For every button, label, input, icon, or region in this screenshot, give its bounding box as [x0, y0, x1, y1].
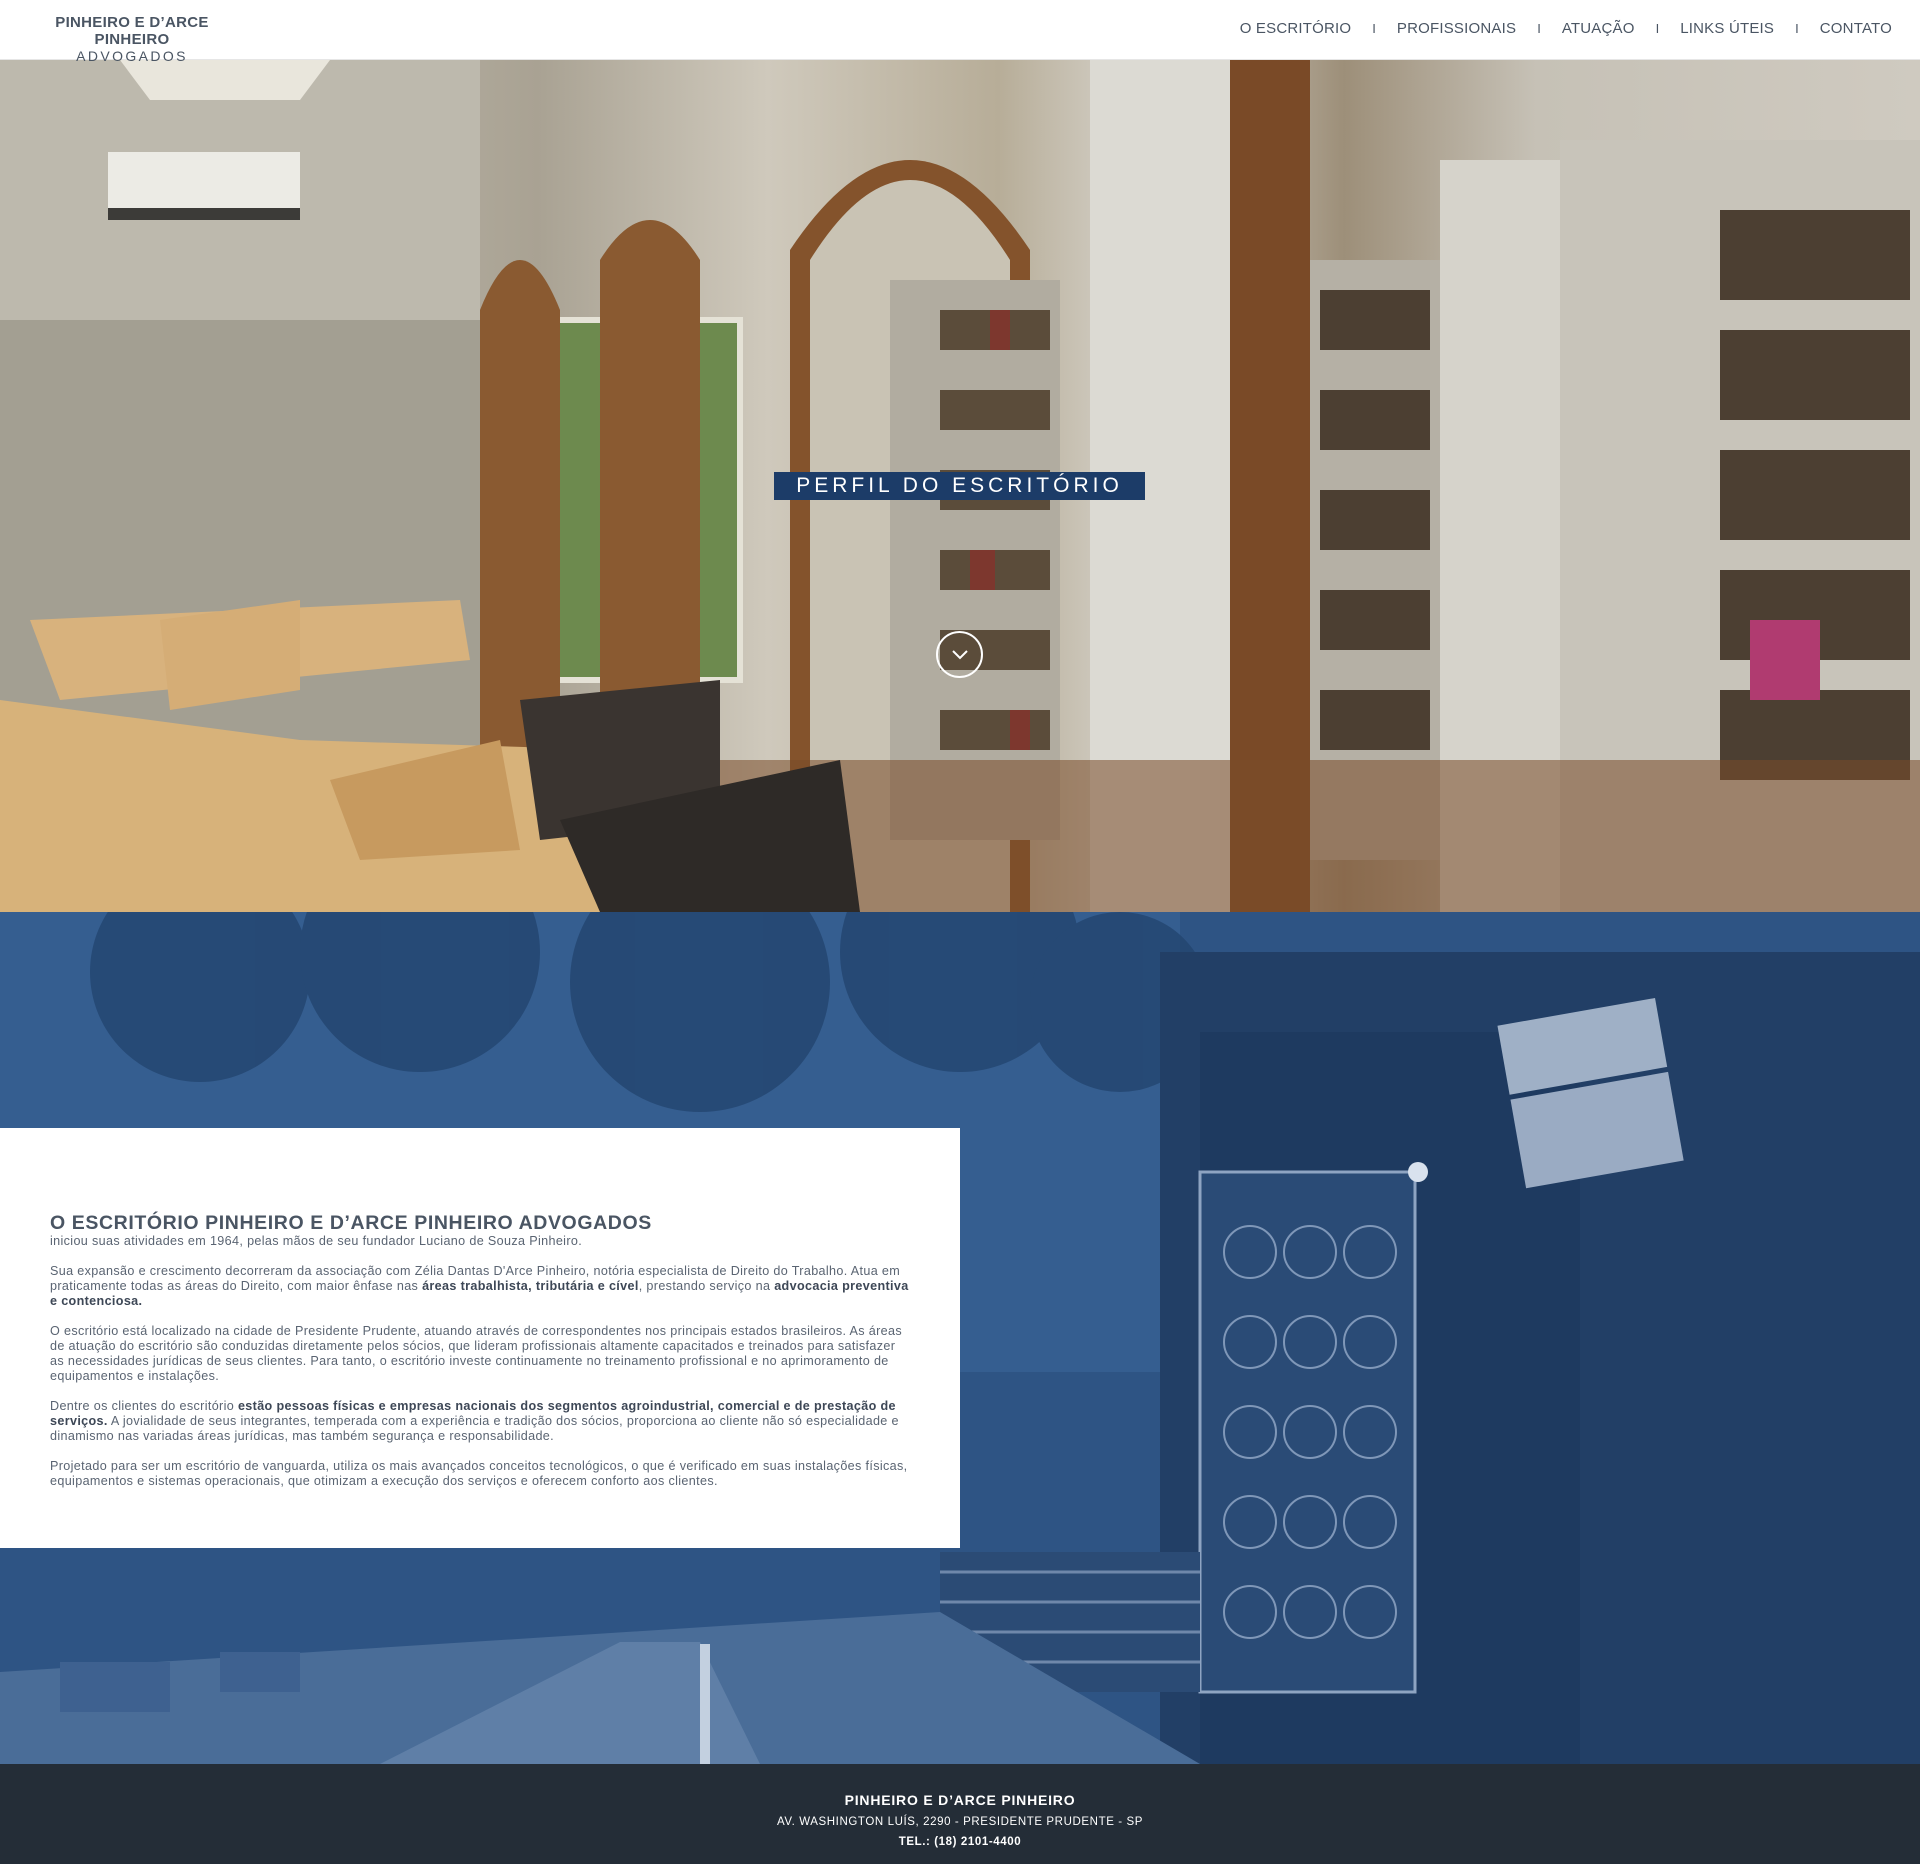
nav-item-contato[interactable]: CONTATO: [1820, 20, 1892, 37]
logo-name: PINHEIRO E D’ARCE PINHEIRO: [55, 14, 209, 48]
chevron-down-circle-icon[interactable]: [936, 631, 983, 678]
about-card: O ESCRITÓRIO PINHEIRO E D’ARCE PINHEIRO …: [0, 1128, 960, 1548]
nav-separator: I: [1655, 21, 1660, 36]
nav-item-atuacao[interactable]: ATUAÇÃO: [1562, 20, 1635, 37]
logo-subtitle: ADVOGADOS: [76, 48, 188, 64]
nav-separator: I: [1537, 21, 1541, 36]
footer-company-name: PINHEIRO E D’ARCE PINHEIRO: [844, 1792, 1076, 1808]
nav-item-o-escritorio[interactable]: O ESCRITÓRIO: [1240, 20, 1352, 37]
about-section: O ESCRITÓRIO PINHEIRO E D’ARCE PINHEIRO …: [0, 912, 1920, 1764]
site-logo[interactable]: PINHEIRO E D’ARCE PINHEIRO ADVOGADOS: [24, 14, 240, 65]
footer-phone: TEL.: (18) 2101-4400: [898, 1836, 1022, 1848]
hero-section: PERFIL DO ESCRITÓRIO: [0, 60, 1920, 912]
chevron-down-icon: [951, 649, 968, 659]
about-paragraph-3: O escritório está localizado na cidade d…: [50, 1324, 902, 1383]
nav-separator: I: [1372, 21, 1376, 36]
nav-separator: I: [1795, 21, 1799, 36]
about-paragraph-1: iniciou suas atividades em 1964, pelas m…: [50, 1234, 583, 1248]
nav-item-links-uteis[interactable]: LINKS ÚTEIS: [1680, 20, 1774, 37]
footer-address: AV. WASHINGTON LUÍS, 2290 - PRESIDENTE P…: [776, 1816, 1144, 1828]
about-heading: O ESCRITÓRIO PINHEIRO E D’ARCE PINHEIRO …: [50, 1212, 652, 1234]
site-footer: PINHEIRO E D’ARCE PINHEIRO AV. WASHINGTO…: [0, 1764, 1920, 1864]
about-text: iniciou suas atividades em 1964, pelas m…: [50, 1234, 910, 1504]
about-paragraph-5: Projetado para ser um escritório de vang…: [50, 1459, 908, 1488]
about-paragraph-4: Dentre os clientes do escritório estão p…: [50, 1399, 899, 1443]
site-header: PINHEIRO E D’ARCE PINHEIRO ADVOGADOS O E…: [0, 0, 1920, 64]
main-nav: O ESCRITÓRIO I PROFISSIONAIS I ATUAÇÃO I…: [1240, 20, 1892, 37]
about-paragraph-2: Sua expansão e crescimento decorreram da…: [50, 1264, 909, 1308]
nav-item-profissionais[interactable]: PROFISSIONAIS: [1397, 20, 1516, 37]
hero-title: PERFIL DO ESCRITÓRIO: [774, 472, 1145, 500]
